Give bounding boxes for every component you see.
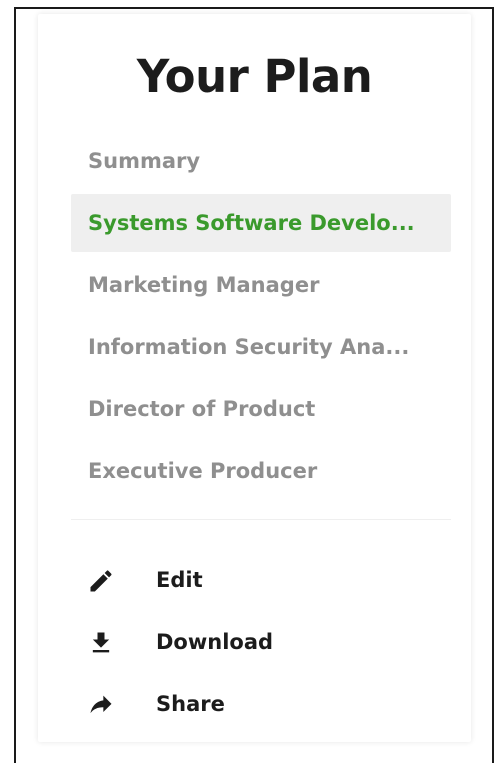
plan-nav: Summary Systems Software Develo... Marke… bbox=[71, 132, 451, 504]
nav-item-marketing-manager[interactable]: Marketing Manager bbox=[71, 256, 451, 314]
nav-item-systems-software-developer[interactable]: Systems Software Develo... bbox=[71, 194, 451, 252]
nav-item-summary[interactable]: Summary bbox=[71, 132, 451, 190]
plan-title: Your Plan bbox=[136, 50, 373, 103]
nav-item-executive-producer[interactable]: Executive Producer bbox=[71, 442, 451, 500]
plan-actions: Edit Download Share bbox=[71, 549, 451, 735]
edit-button[interactable]: Edit bbox=[71, 549, 451, 611]
edit-label: Edit bbox=[156, 568, 203, 592]
download-icon bbox=[87, 629, 115, 657]
share-button[interactable]: Share bbox=[71, 673, 451, 735]
nav-item-information-security-analyst[interactable]: Information Security Ana... bbox=[71, 318, 451, 376]
share-label: Share bbox=[156, 692, 225, 716]
nav-item-director-of-product[interactable]: Director of Product bbox=[71, 380, 451, 438]
download-label: Download bbox=[156, 630, 274, 654]
download-button[interactable]: Download bbox=[71, 611, 451, 673]
share-arrow-icon bbox=[87, 691, 115, 719]
section-divider bbox=[71, 519, 451, 520]
pencil-icon bbox=[87, 567, 115, 595]
plan-panel: Your Plan Summary Systems Software Devel… bbox=[38, 14, 471, 742]
